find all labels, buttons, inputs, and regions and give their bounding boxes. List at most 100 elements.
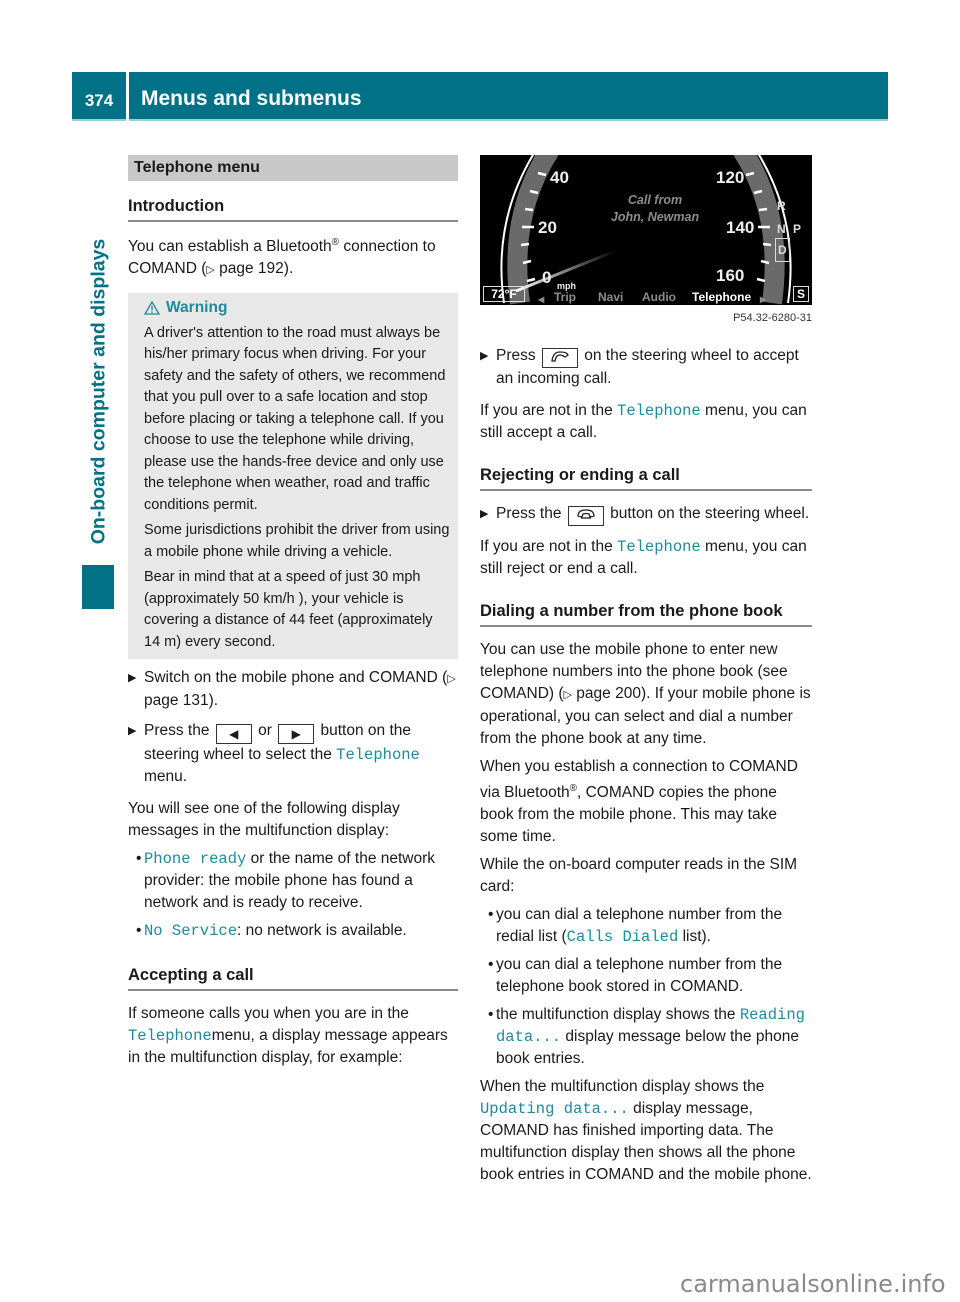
display-code-telephone: Telephone bbox=[128, 1027, 212, 1046]
phone-hangup-icon bbox=[567, 506, 604, 526]
heading-rejecting-call: Rejecting or ending a call bbox=[480, 464, 812, 491]
step-select-telephone: ▶ Press the ◀ or ▶ button on the steerin… bbox=[128, 720, 458, 788]
warning-paragraph: Bear in mind that at a speed of just 30 … bbox=[144, 569, 433, 650]
page-ref-arrow-icon: ▷ bbox=[447, 673, 456, 686]
bullet-pre: you can dial a telephone number from the… bbox=[496, 956, 783, 996]
display-code-no-service: No Service bbox=[144, 922, 238, 941]
bullet-text: you can dial a telephone number from the… bbox=[496, 954, 812, 998]
cluster-menu-telephone: Telephone bbox=[692, 290, 752, 304]
watermark: carmanualsonline.info bbox=[680, 1270, 946, 1298]
chapter-side-tab-label: On-board computer and displays bbox=[87, 238, 110, 544]
speed-label: 20 bbox=[538, 218, 557, 237]
registered-mark: ® bbox=[331, 237, 340, 248]
chapter-marker bbox=[82, 565, 114, 609]
display-intro-paragraph: You will see one of the following displa… bbox=[128, 800, 400, 840]
warning-triangle-icon bbox=[144, 300, 160, 315]
menu-right-arrow-icon: ▶ bbox=[760, 295, 767, 304]
menu-left-arrow-icon: ◀ bbox=[538, 295, 545, 304]
left-column: Telephone menu Introduction You can esta… bbox=[128, 155, 458, 1069]
step-arrow-icon: ▶ bbox=[480, 350, 489, 362]
speedometer-graphic bbox=[500, 155, 792, 305]
warning-box: Warning A driver's attention to the road… bbox=[128, 293, 458, 660]
right-column: 40 20 0 mph 120 140 160 Call from John, … bbox=[480, 155, 812, 1186]
step-text: Switch on the mobile phone and COMAND (▷… bbox=[144, 667, 458, 712]
heading-introduction: Introduction bbox=[128, 195, 458, 222]
bullet-phone-ready: • Phone ready or the name of the network… bbox=[128, 848, 458, 914]
bullet-text: you can dial a telephone number from the… bbox=[496, 904, 812, 948]
gear-r: R bbox=[777, 199, 786, 213]
page-number: 374 bbox=[72, 72, 126, 121]
bullet-dot: • bbox=[136, 922, 142, 940]
section-band-telephone-menu: Telephone menu bbox=[128, 155, 458, 181]
bullet-no-service: • No Service: no network is available. bbox=[128, 920, 458, 942]
display-code-updating-data: Updating data... bbox=[480, 1100, 629, 1119]
warning-paragraph: A driver's attention to the road must al… bbox=[144, 324, 446, 513]
reject-note: If you are not in the Telephone menu, yo… bbox=[480, 536, 812, 580]
page-ref-link[interactable]: page 131). bbox=[144, 692, 218, 709]
warning-title-text: Warning bbox=[166, 299, 228, 317]
page-ref-arrow-icon: ▷ bbox=[563, 689, 572, 701]
step-switch-on: ▶ Switch on the mobile phone and COMAND … bbox=[128, 667, 458, 712]
step-text-main: Switch on the mobile phone and COMAND ( bbox=[144, 669, 448, 687]
figure-caption: P54.32-6280-31 bbox=[733, 312, 812, 324]
cluster-menu-trip: Trip bbox=[554, 290, 577, 304]
cluster-menu-audio: Audio bbox=[642, 290, 676, 304]
bullet-text: Phone ready or the name of the network p… bbox=[144, 848, 458, 914]
heading-dialing-phone-book: Dialing a number from the phone book bbox=[480, 600, 812, 627]
display-code-telephone: Telephone bbox=[336, 746, 420, 765]
speed-label: 40 bbox=[550, 168, 569, 187]
gear-p: P bbox=[793, 222, 802, 236]
step-arrow-icon: ▶ bbox=[128, 672, 137, 685]
page-ref-arrow-icon: ▷ bbox=[206, 264, 215, 277]
bullet-post: list). bbox=[678, 928, 711, 946]
right-arrow-key-icon: ▶ bbox=[278, 724, 315, 745]
bullet-dot: • bbox=[136, 850, 142, 868]
step-text-pre: Press bbox=[496, 347, 540, 364]
bullet-redial-list: • you can dial a telephone number from t… bbox=[480, 904, 812, 948]
display-code-phone-ready: Phone ready bbox=[144, 850, 247, 869]
outside-temperature: 72°F bbox=[483, 286, 525, 302]
left-arrow-key-icon: ◀ bbox=[215, 724, 252, 745]
accept-paragraph: If someone calls you when you are in the… bbox=[128, 1003, 458, 1069]
note-pre: If you are not in the bbox=[480, 402, 618, 419]
page-title: Menus and submenus bbox=[129, 72, 888, 121]
call-from-label: Call from bbox=[627, 193, 683, 207]
page-ref-link[interactable]: page 192). bbox=[215, 260, 293, 277]
bullet-dot: • bbox=[488, 1006, 494, 1024]
sim-intro: While the on-board computer reads in the… bbox=[480, 856, 798, 896]
step-text-or: or bbox=[253, 722, 277, 740]
incoming-call-message: Call from John, Newman bbox=[580, 192, 730, 226]
cluster-menu-navi: Navi bbox=[598, 290, 624, 304]
display-code-calls-dialed: Calls Dialed bbox=[566, 928, 679, 947]
intro-text: You can establish a Bluetooth bbox=[128, 238, 332, 256]
caller-name: John, Newman bbox=[610, 210, 700, 224]
bullet-reading-data: • the multifunction display shows the Re… bbox=[480, 1004, 812, 1070]
step-text: Press the ◀ or ▶ button on the steering … bbox=[144, 720, 458, 788]
dial-paragraph-2: When you establish a connection to COMAN… bbox=[480, 756, 812, 848]
registered-mark: ® bbox=[569, 783, 577, 794]
accept-note: If you are not in the Telephone menu, yo… bbox=[480, 400, 812, 444]
bullet-body: : no network is available. bbox=[237, 922, 407, 940]
dial-paragraph-1: You can use the mobile phone to enter ne… bbox=[480, 639, 812, 750]
display-code-telephone: Telephone bbox=[617, 402, 701, 420]
bullet-text: the multifunction display shows the Read… bbox=[496, 1004, 812, 1070]
accept-text-pre: If someone calls you when you are in the bbox=[128, 1005, 409, 1023]
gear-n: N bbox=[777, 222, 786, 236]
display-code-telephone: Telephone bbox=[617, 538, 701, 556]
step-text-post: button on the steering wheel. bbox=[605, 505, 810, 522]
gear-d-selected: D bbox=[775, 238, 790, 262]
step-arrow-icon: ▶ bbox=[480, 508, 489, 520]
step-text: Press on the steering wheel to accept an… bbox=[496, 345, 812, 390]
phone-accept-icon bbox=[541, 348, 578, 368]
step-accept-call: ▶ Press on the steering wheel to accept … bbox=[480, 345, 812, 390]
speed-label: 140 bbox=[726, 218, 755, 237]
step-text: Press the button on the steering wheel. bbox=[496, 503, 809, 526]
heading-accepting-call: Accepting a call bbox=[128, 964, 458, 992]
step-reject-call: ▶ Press the button on the steering wheel… bbox=[480, 503, 812, 526]
intro-paragraph: You can establish a Bluetooth® connectio… bbox=[128, 232, 458, 281]
chapter-side-tab: On-board computer and displays bbox=[82, 220, 116, 562]
speed-label: 160 bbox=[716, 266, 745, 285]
step-text-pre: Press the bbox=[144, 722, 214, 740]
step-text-pre: Press the bbox=[496, 505, 566, 522]
bullet-text: No Service: no network is available. bbox=[144, 920, 407, 942]
